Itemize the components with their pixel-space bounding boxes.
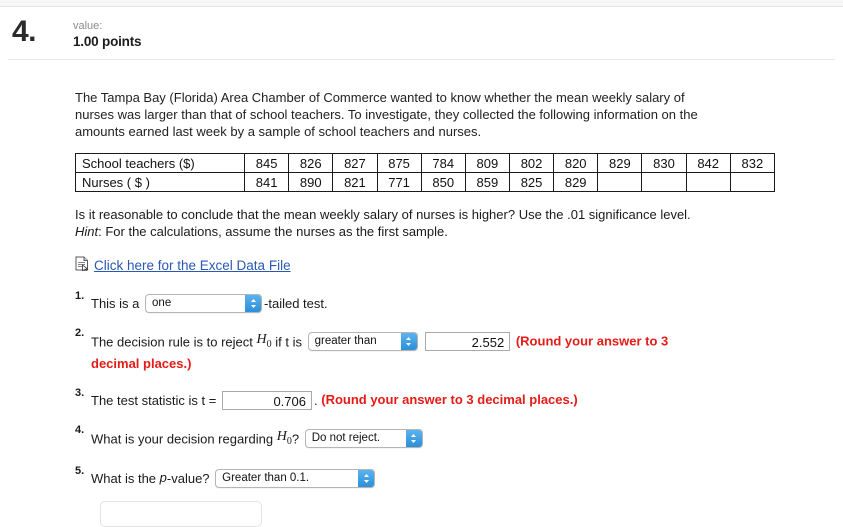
cell-teachers-12: 832: [729, 153, 776, 174]
cell-nurses-6: 859: [464, 172, 510, 193]
null-hypothesis-symbol: H0: [256, 332, 272, 350]
item5-text-after: -value?: [166, 470, 210, 486]
header-divider: [8, 59, 835, 60]
cell-teachers-9: 829: [597, 153, 643, 174]
cell-teachers-2: 826: [288, 153, 334, 174]
browser-top-strip: [0, 0, 843, 7]
sub-item-3-body: The test statistic is t = 0.706. (Round …: [91, 386, 578, 410]
sub-item-5: 5. What is the p-value? Greater than 0.1…: [75, 464, 775, 488]
sub-item-4-body: What is your decision regarding H0? Do n…: [91, 423, 425, 451]
p-value-select[interactable]: Greater than 0.1.: [215, 468, 376, 488]
row-label-nurses: Nurses ( $ ): [74, 172, 246, 193]
cell-teachers-8: 820: [553, 153, 599, 174]
cell-teachers-11: 842: [685, 153, 731, 174]
tailed-test-select-value: one: [152, 297, 172, 310]
cell-nurses-2: 890: [288, 172, 334, 193]
sub-item-2-number: 2.: [75, 327, 85, 340]
p-value-select-value: Greater than 0.1.: [222, 471, 310, 484]
cell-teachers-3: 827: [332, 153, 378, 174]
table-row: School teachers ($) 845 826 827 875 784 …: [74, 153, 776, 174]
cell-nurses-9: [597, 172, 643, 193]
bottom-partial-input-box[interactable]: [100, 501, 262, 527]
cell-teachers-1: 845: [244, 153, 290, 174]
sub-item-5-body: What is the p-value? Greater than 0.1.: [91, 464, 377, 488]
sub-item-1-body: This is a one -tailed test.: [91, 289, 328, 314]
sub-item-3-number: 3.: [75, 386, 85, 399]
excel-data-file-link[interactable]: Click here for the Excel Data File: [94, 258, 291, 273]
row-label-teachers: School teachers ($): [74, 153, 246, 174]
sub-item-4: 4. What is your decision regarding H0? D…: [75, 423, 775, 451]
cell-nurses-12: [729, 172, 776, 193]
item5-text-before: What is the: [91, 470, 157, 486]
cell-teachers-6: 809: [464, 153, 510, 174]
sub-item-1-number: 1.: [75, 289, 85, 302]
critical-value-input[interactable]: 2.552: [425, 332, 511, 352]
hint-text: : For the calculations, assume the nurse…: [98, 224, 448, 240]
item1-text-before: This is a: [91, 296, 140, 312]
h-symbol: H: [256, 332, 267, 348]
cell-nurses-8: 829: [553, 172, 599, 193]
test-statistic-input[interactable]: 0.706: [221, 390, 312, 410]
question-header: 4. value: 1.00 points: [0, 7, 843, 60]
value-label: value:: [73, 20, 103, 32]
decision-select-value: Do not reject.: [311, 432, 381, 445]
cell-nurses-7: 825: [508, 172, 555, 193]
item4-text-before: What is your decision regarding: [91, 431, 274, 447]
excel-data-file-row[interactable]: Click here for the Excel Data File: [75, 256, 775, 276]
null-hypothesis-symbol: H0: [276, 428, 292, 447]
sub-item-4-number: 4.: [75, 423, 85, 436]
table-row: Nurses ( $ ) 841 890 821 771 850 859 825…: [74, 172, 776, 193]
item2-text-middle: if t is: [275, 334, 302, 350]
decision-select[interactable]: Do not reject.: [304, 429, 423, 449]
cell-nurses-3: 821: [332, 172, 378, 193]
cell-teachers-5: 784: [420, 153, 466, 174]
item2-text-before: The decision rule is to reject: [91, 334, 253, 350]
significance-question: Is it reasonable to conclude that the me…: [75, 207, 700, 241]
sub-item-2: 2. The decision rule is to reject H0 if …: [75, 326, 775, 373]
cell-teachers-10: 830: [641, 153, 687, 174]
cell-nurses-1: 841: [244, 172, 290, 193]
spreadsheet-document-icon: [75, 256, 89, 276]
chevron-updown-icon: [405, 430, 422, 448]
chevron-updown-icon: [245, 295, 262, 313]
cell-nurses-10: [641, 172, 687, 193]
decision-rule-select[interactable]: greater than: [307, 332, 418, 352]
chevron-updown-icon: [400, 333, 417, 351]
cell-nurses-11: [685, 172, 731, 193]
question-number: 4.: [12, 15, 37, 48]
cell-nurses-4: 771: [376, 172, 422, 193]
points-value: 1.00 points: [73, 34, 142, 49]
sub-item-5-number: 5.: [75, 464, 85, 477]
sub-item-3: 3. The test statistic is t = 0.706. (Rou…: [75, 386, 775, 410]
p-symbol: p: [159, 469, 167, 485]
tailed-test-select[interactable]: one: [145, 294, 263, 314]
question-sentence: Is it reasonable to conclude that the me…: [75, 207, 691, 223]
sub-item-2-body: The decision rule is to reject H0 if t i…: [91, 326, 711, 373]
prompt-paragraph: The Tampa Bay (Florida) Area Chamber of …: [75, 90, 698, 139]
item3-text-before: The test statistic is t =: [91, 392, 217, 408]
item3-text-after: .: [313, 392, 318, 408]
cell-nurses-5: 850: [420, 172, 466, 193]
h-symbol: H: [276, 428, 287, 444]
item3-round-note: (Round your answer to 3 decimal places.): [321, 391, 578, 407]
item4-text-after: ?: [291, 431, 300, 447]
chevron-updown-icon: [358, 469, 375, 487]
decision-rule-select-value: greater than: [314, 335, 377, 348]
cell-teachers-7: 802: [508, 153, 555, 174]
question-content: The Tampa Bay (Florida) Area Chamber of …: [74, 90, 776, 488]
salary-data-table: School teachers ($) 845 826 827 875 784 …: [74, 153, 776, 193]
hint-label: Hint: [75, 224, 99, 240]
h-subscript: 0: [266, 338, 272, 350]
sub-item-1: 1. This is a one -tailed test.: [75, 289, 775, 314]
cell-teachers-4: 875: [376, 153, 422, 174]
item1-text-after: -tailed test.: [264, 296, 328, 312]
